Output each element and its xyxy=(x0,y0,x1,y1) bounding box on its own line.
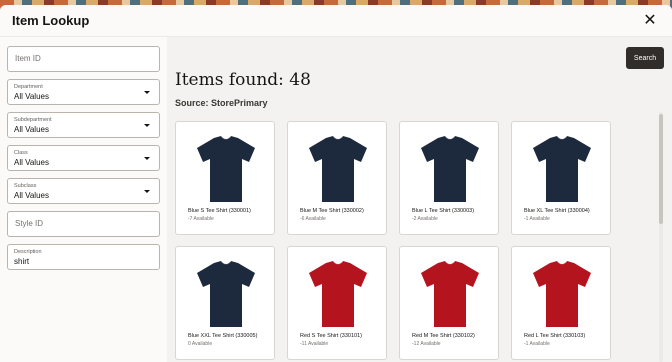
search-button[interactable]: Search xyxy=(626,47,664,69)
item-availability: -6 Available xyxy=(300,216,326,222)
subdepartment-value: All Values xyxy=(14,125,49,134)
description-value: shirt xyxy=(14,257,30,266)
filter-panel: Item ID Department All Values Subdepartm… xyxy=(0,37,167,362)
scrollbar[interactable] xyxy=(659,112,663,362)
tee-shirt-image xyxy=(309,260,367,327)
chevron-down-icon xyxy=(144,91,150,94)
tee-shirt-image xyxy=(197,260,255,327)
item-name: Red M Tee Shirt (330102) xyxy=(412,333,475,339)
item-card[interactable]: Blue M Tee Shirt (330002) -6 Available xyxy=(287,121,387,235)
item-availability: 0 Available xyxy=(188,341,213,347)
chevron-down-icon xyxy=(144,157,150,160)
source-label: Source: StorePrimary xyxy=(175,98,268,108)
item-id-input[interactable]: Item ID xyxy=(7,46,160,72)
subclass-label: Subclass xyxy=(14,183,37,189)
style-id-input[interactable]: Style ID xyxy=(7,211,160,237)
tee-shirt-image xyxy=(421,135,479,202)
tee-shirt-image xyxy=(533,135,591,202)
item-availability: -11 Available xyxy=(300,341,329,347)
item-card[interactable]: Blue XL Tee Shirt (330004) -1 Available xyxy=(511,121,611,235)
item-name: Blue XL Tee Shirt (330004) xyxy=(524,208,590,214)
item-card[interactable]: Blue XXL Tee Shirt (330005) 0 Available xyxy=(175,246,275,360)
dialog-header: Item Lookup ✕ xyxy=(0,5,672,37)
description-label: Description xyxy=(14,249,42,255)
chevron-down-icon xyxy=(144,190,150,193)
item-availability: -1 Available xyxy=(524,216,550,222)
item-lookup-dialog: Item Lookup ✕ Item ID Department All Val… xyxy=(0,5,672,362)
department-select[interactable]: Department All Values xyxy=(7,79,160,105)
item-name: Red S Tee Shirt (330101) xyxy=(300,333,362,339)
class-value: All Values xyxy=(14,158,49,167)
scrollbar-thumb[interactable] xyxy=(659,114,663,224)
item-name: Blue L Tee Shirt (330003) xyxy=(412,208,475,214)
tee-shirt-image xyxy=(197,135,255,202)
class-label: Class xyxy=(14,150,28,156)
items-found-heading: Items found: 48 xyxy=(175,70,311,90)
department-value: All Values xyxy=(14,92,49,101)
item-id-placeholder: Item ID xyxy=(15,54,41,63)
item-availability: -1 Available xyxy=(524,341,550,347)
item-card[interactable]: Red L Tee Shirt (330103) -1 Available xyxy=(511,246,611,360)
dialog-title: Item Lookup xyxy=(12,13,90,28)
subclass-select[interactable]: Subclass All Values xyxy=(7,178,160,204)
item-card[interactable]: Red M Tee Shirt (330102) -12 Available xyxy=(399,246,499,360)
subdepartment-select[interactable]: Subdepartment All Values xyxy=(7,112,160,138)
item-name: Blue S Tee Shirt (330001) xyxy=(188,208,251,214)
tee-shirt-image xyxy=(309,135,367,202)
item-availability: -2 Available xyxy=(412,216,438,222)
item-availability: -12 Available xyxy=(412,341,441,347)
item-card[interactable]: Red S Tee Shirt (330101) -11 Available xyxy=(287,246,387,360)
class-select[interactable]: Class All Values xyxy=(7,145,160,171)
item-name: Blue M Tee Shirt (330002) xyxy=(300,208,364,214)
item-name: Red L Tee Shirt (330103) xyxy=(524,333,586,339)
department-label: Department xyxy=(14,84,43,90)
subdepartment-label: Subdepartment xyxy=(14,117,52,123)
item-availability: -7 Available xyxy=(188,216,214,222)
close-icon[interactable]: ✕ xyxy=(640,11,660,31)
item-card[interactable]: Blue S Tee Shirt (330001) -7 Available xyxy=(175,121,275,235)
subclass-value: All Values xyxy=(14,191,49,200)
results-panel: Search Items found: 48 Source: StorePrim… xyxy=(167,37,672,362)
description-input[interactable]: Description shirt xyxy=(7,244,160,270)
style-id-placeholder: Style ID xyxy=(15,219,44,228)
chevron-down-icon xyxy=(144,124,150,127)
items-grid: Blue S Tee Shirt (330001) -7 Available Blu… xyxy=(175,121,655,362)
item-card[interactable]: Blue L Tee Shirt (330003) -2 Available xyxy=(399,121,499,235)
tee-shirt-image xyxy=(421,260,479,327)
tee-shirt-image xyxy=(533,260,591,327)
item-name: Blue XXL Tee Shirt (330005) xyxy=(188,333,258,339)
